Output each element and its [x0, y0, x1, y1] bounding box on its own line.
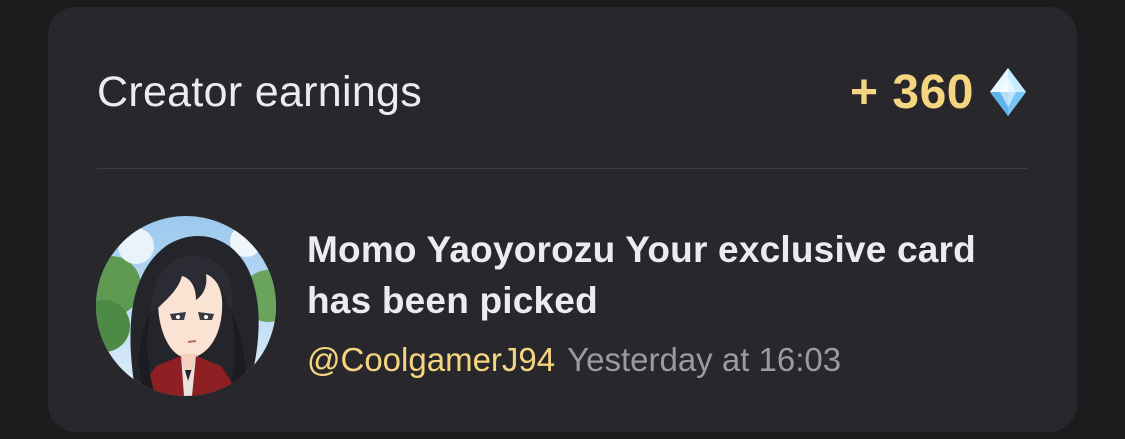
divider — [97, 168, 1028, 169]
card-header: Creator earnings + 360 — [97, 57, 1028, 127]
notification-message: Momo Yaoyorozu Your exclusive card has b… — [307, 229, 976, 321]
card-title: Creator earnings — [97, 67, 423, 116]
earnings-total: + 360 — [850, 65, 1028, 120]
creator-earnings-card: Creator earnings + 360 Momo Yaoyorozu Yo… — [48, 7, 1077, 432]
timestamp: Yesterday at 16:03 — [567, 341, 842, 378]
character-avatar[interactable] — [96, 216, 276, 396]
earnings-amount: + 360 — [850, 65, 974, 119]
notification-meta: @CoolgamerJ94 Yesterday at 16:03 — [307, 341, 841, 379]
user-handle-link[interactable]: @CoolgamerJ94 — [307, 341, 555, 378]
diamond-gem-icon — [990, 68, 1026, 116]
